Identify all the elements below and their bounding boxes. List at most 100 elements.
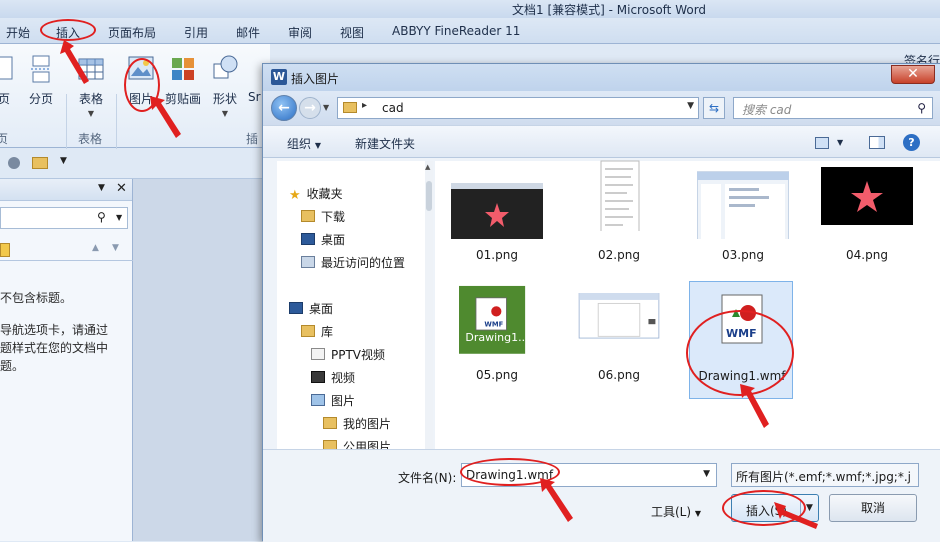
word-titlebar: 文档1 [兼容模式] - Microsoft Word — [0, 0, 940, 18]
shapes-button[interactable]: 形状 ▼ — [208, 54, 242, 118]
breadcrumb-arrow-icon[interactable]: ▸ — [362, 100, 367, 111]
dialog-titlebar: W 插入图片 ✕ — [263, 64, 940, 91]
arrow-right-icon: → — [304, 100, 316, 116]
chevron-down-icon[interactable]: ▼ — [98, 183, 105, 193]
group-label-pages: 页 — [0, 132, 9, 146]
tree-item-downloads[interactable]: 下载 — [301, 208, 345, 228]
tree-item-libraries[interactable]: 库 — [301, 323, 333, 343]
group-label-tables: 表格 — [78, 132, 103, 146]
quick-access-toolbar: ▼ — [0, 149, 270, 179]
tab-home[interactable]: 开始 — [6, 24, 30, 41]
organize-button[interactable]: 组织 ▼ — [287, 135, 321, 152]
chevron-down-icon[interactable]: ▼ — [837, 138, 843, 147]
tree-item-recent[interactable]: 最近访问的位置 — [301, 254, 405, 274]
nav-message-line-3: 题样式在您的文档中 — [0, 341, 109, 355]
tab-view[interactable]: 视图 — [340, 24, 364, 41]
chevron-down-icon[interactable]: ▼ — [60, 156, 67, 166]
cancel-button[interactable]: 取消 — [829, 494, 917, 522]
word-app-icon: W — [271, 69, 287, 85]
page-break-button[interactable]: 分页 — [24, 54, 58, 107]
filetype-select[interactable]: 所有图片(*.emf;*.wmf;*.jpg;*.j — [731, 463, 919, 487]
print-icon[interactable] — [8, 157, 20, 169]
file-name: 06.png — [598, 368, 640, 382]
folder-icon — [343, 102, 357, 113]
close-icon[interactable]: ✕ — [116, 181, 127, 196]
nav-search-input[interactable]: ⚲ ▼ — [0, 207, 128, 229]
file-item[interactable]: WMF Drawing1... 05.png — [445, 281, 549, 399]
star-icon: ★ — [289, 188, 301, 203]
word-window-title: 文档1 [兼容模式] - Microsoft Word — [512, 3, 707, 17]
recent-pages-dropdown[interactable]: ▼ — [323, 103, 329, 112]
scrollbar-thumb[interactable] — [426, 181, 432, 211]
tree-item-videos[interactable]: 视频 — [311, 369, 355, 389]
file-item[interactable]: 01.png — [445, 161, 549, 279]
search-icon[interactable]: ⚲ — [97, 210, 106, 224]
forward-button[interactable]: → — [299, 97, 321, 119]
refresh-icon: ⇆ — [708, 101, 720, 115]
close-icon: ✕ — [907, 66, 919, 82]
chevron-down-icon[interactable]: ▼ — [703, 469, 710, 479]
tree-item-desktop-root[interactable]: 桌面 — [289, 300, 333, 320]
file-thumbnail — [821, 167, 913, 225]
file-name: 04.png — [846, 248, 888, 262]
file-item[interactable]: 06.png — [567, 281, 671, 399]
address-path[interactable]: cad — [382, 101, 404, 115]
nav-up-icon[interactable]: ▲ — [92, 243, 99, 253]
page-button-label: 页 — [0, 92, 10, 106]
tree-item-favorites[interactable]: ★ 收藏夹 — [289, 185, 343, 205]
tab-page-layout[interactable]: 页面布局 — [108, 24, 156, 41]
tree-item-label: 桌面 — [321, 233, 346, 247]
tab-abbyy[interactable]: ABBYY FineReader 11 — [392, 24, 520, 38]
tree-item-desktop[interactable]: 桌面 — [301, 231, 345, 251]
tree-item-pptv[interactable]: PPTV视频 — [311, 346, 385, 366]
help-icon[interactable]: ? — [903, 134, 920, 151]
file-item[interactable]: 02.png — [567, 160, 671, 279]
tree-scrollbar[interactable]: ▲ — [425, 161, 433, 449]
back-button[interactable]: ← — [271, 95, 297, 121]
view-icon[interactable] — [815, 137, 829, 149]
tools-button[interactable]: 工具(L) ▼ — [651, 503, 701, 520]
dialog-footer: 文件名(N): Drawing1.wmf ▼ 所有图片(*.emf;*.wmf;… — [263, 449, 940, 542]
tab-mailings[interactable]: 邮件 — [236, 24, 260, 41]
annotation-arrow-wmf-file — [740, 384, 769, 428]
picture-library-icon — [311, 394, 325, 406]
arrow-left-icon: ← — [278, 100, 290, 116]
page-icon — [0, 56, 13, 80]
scroll-up-icon[interactable]: ▲ — [425, 163, 430, 171]
tree-item-public-pictures[interactable]: 公用图片 — [323, 438, 391, 449]
nav-pane-header: ▼ ✕ — [0, 179, 132, 201]
nav-tabs: ▲ ▼ — [0, 239, 133, 261]
new-folder-button[interactable]: 新建文件夹 — [355, 135, 415, 152]
chevron-down-icon: ▼ — [87, 109, 95, 118]
tree-item-label: PPTV视频 — [331, 348, 386, 362]
ribbon-tabs: 开始 插入 页面布局 引用 邮件 审阅 视图 ABBYY FineReader … — [0, 18, 940, 44]
tree-item-my-pictures[interactable]: 我的图片 — [323, 415, 391, 435]
navigation-pane: ▼ ✕ ⚲ ▼ ▲ ▼ 不包含标题。 导航选项卡，请通过 题样式在您的文档中 题… — [0, 179, 133, 541]
table-button-label: 表格 — [78, 92, 103, 106]
file-item[interactable]: 03.png — [691, 161, 795, 279]
file-list: 01.png 02.png 03.png 04.png WMF Drawing1… — [435, 160, 940, 449]
nav-down-icon[interactable]: ▼ — [112, 243, 119, 253]
tab-references[interactable]: 引用 — [184, 24, 208, 41]
tree-item-pictures[interactable]: 图片 — [311, 392, 355, 412]
refresh-button[interactable]: ⇆ — [703, 97, 725, 119]
folder-icon — [323, 417, 337, 429]
close-button[interactable]: ✕ — [891, 65, 935, 84]
page-button[interactable]: 页 — [0, 54, 18, 107]
address-bar[interactable]: ▸ cad ▼ — [337, 97, 699, 119]
search-input[interactable]: 搜索 cad ⚲ — [733, 97, 933, 119]
thumbnail-overlay-text: Drawing1... — [465, 331, 529, 344]
open-folder-icon[interactable] — [32, 157, 48, 169]
search-icon[interactable]: ⚲ — [917, 101, 926, 115]
nav-message-line-1: 不包含标题。 — [0, 291, 73, 305]
search-placeholder: 搜索 cad — [742, 103, 792, 117]
folder-icon — [311, 348, 325, 360]
chevron-down-icon[interactable]: ▼ — [687, 101, 694, 111]
file-thumbnail — [578, 293, 660, 339]
file-item[interactable]: 04.png — [815, 161, 919, 279]
filetype-value: 所有图片(*.emf;*.wmf;*.jpg;*.j — [736, 470, 911, 484]
nav-tab-pages-icon[interactable] — [0, 243, 10, 257]
chevron-down-icon[interactable]: ▼ — [116, 213, 122, 222]
preview-pane-icon[interactable] — [869, 136, 885, 149]
tab-review[interactable]: 审阅 — [288, 24, 312, 41]
